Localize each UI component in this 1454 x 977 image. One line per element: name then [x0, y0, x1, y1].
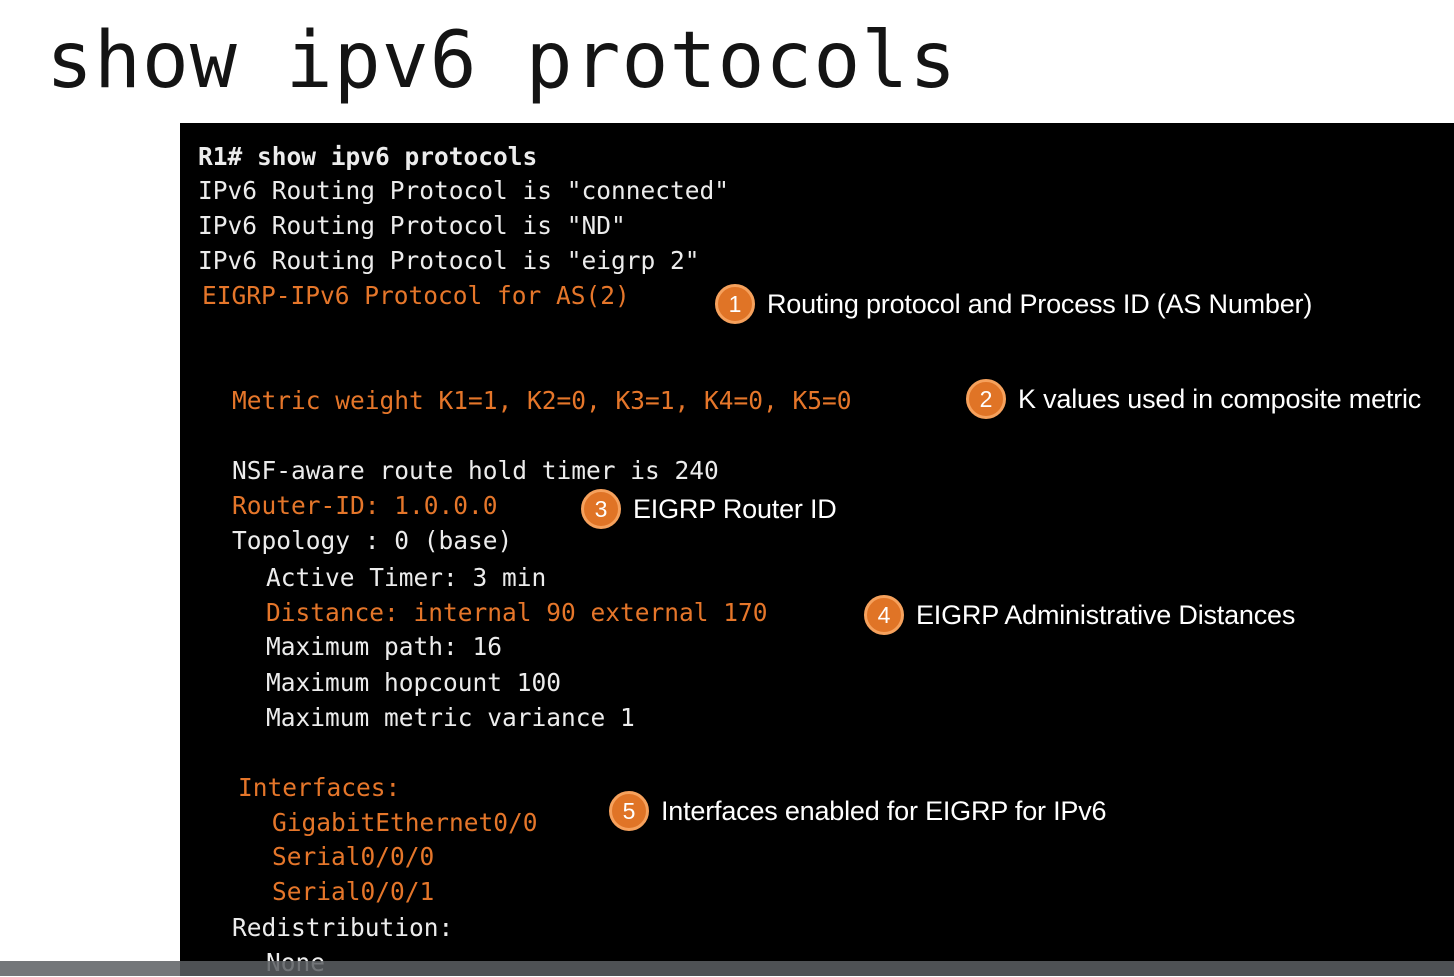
cli-line-router-id: Router-ID: 1.0.0.0 — [232, 491, 498, 520]
cli-line-interface-s000: Serial0/0/0 — [272, 842, 435, 871]
cli-line-interfaces: Interfaces: — [238, 773, 401, 802]
callout-1: 1 Routing protocol and Process ID (AS Nu… — [715, 284, 1312, 324]
cli-line-eigrp: IPv6 Routing Protocol is "eigrp 2" — [198, 246, 700, 275]
callout-text: K values used in composite metric — [1018, 383, 1422, 414]
cli-line-max-hopcount: Maximum hopcount 100 — [266, 668, 562, 697]
cli-line-eigrp-as: EIGRP-IPv6 Protocol for AS(2) — [202, 281, 630, 310]
slide-title: show ipv6 protocols — [46, 16, 958, 106]
callout-text: Interfaces enabled for EIGRP for IPv6 — [661, 795, 1107, 826]
bottom-progress-bar[interactable] — [0, 961, 1454, 976]
cli-line-nd: IPv6 Routing Protocol is "ND" — [198, 211, 626, 240]
terminal-output: R1# show ipv6 protocols IPv6 Routing Pro… — [180, 123, 1454, 976]
callout-text: EIGRP Router ID — [633, 493, 837, 524]
callout-text: Routing protocol and Process ID (AS Numb… — [767, 288, 1313, 319]
cli-line-active-timer: Active Timer: 3 min — [266, 563, 547, 592]
cli-line-max-variance: Maximum metric variance 1 — [266, 703, 635, 732]
callout-number-badge: 5 — [609, 791, 649, 831]
cli-command-line: R1# show ipv6 protocols — [198, 142, 538, 171]
callout-4: 4 EIGRP Administrative Distances — [864, 595, 1295, 635]
cli-line-nsf-timer: NSF-aware route hold timer is 240 — [232, 456, 719, 485]
callout-number-badge: 2 — [966, 379, 1006, 419]
cli-line-redistribution: Redistribution: — [232, 913, 454, 942]
callout-number-badge: 4 — [864, 595, 904, 635]
callout-number-badge: 3 — [581, 489, 621, 529]
callout-3: 3 EIGRP Router ID — [581, 489, 837, 529]
cli-line-topology: Topology : 0 (base) — [232, 526, 513, 555]
cli-line-connected: IPv6 Routing Protocol is "connected" — [198, 176, 730, 205]
cli-line-interface-s001: Serial0/0/1 — [272, 877, 435, 906]
cli-line-interface-gi00: GigabitEthernet0/0 — [272, 808, 538, 837]
callout-2: 2 K values used in composite metric — [966, 379, 1421, 419]
cli-line-distance: Distance: internal 90 external 170 — [266, 598, 768, 627]
callout-number-badge: 1 — [715, 284, 755, 324]
cli-line-metric-weight: Metric weight K1=1, K2=0, K3=1, K4=0, K5… — [232, 386, 852, 415]
callout-text: EIGRP Administrative Distances — [916, 599, 1296, 630]
callout-5: 5 Interfaces enabled for EIGRP for IPv6 — [609, 791, 1107, 831]
cli-line-max-path: Maximum path: 16 — [266, 632, 503, 661]
